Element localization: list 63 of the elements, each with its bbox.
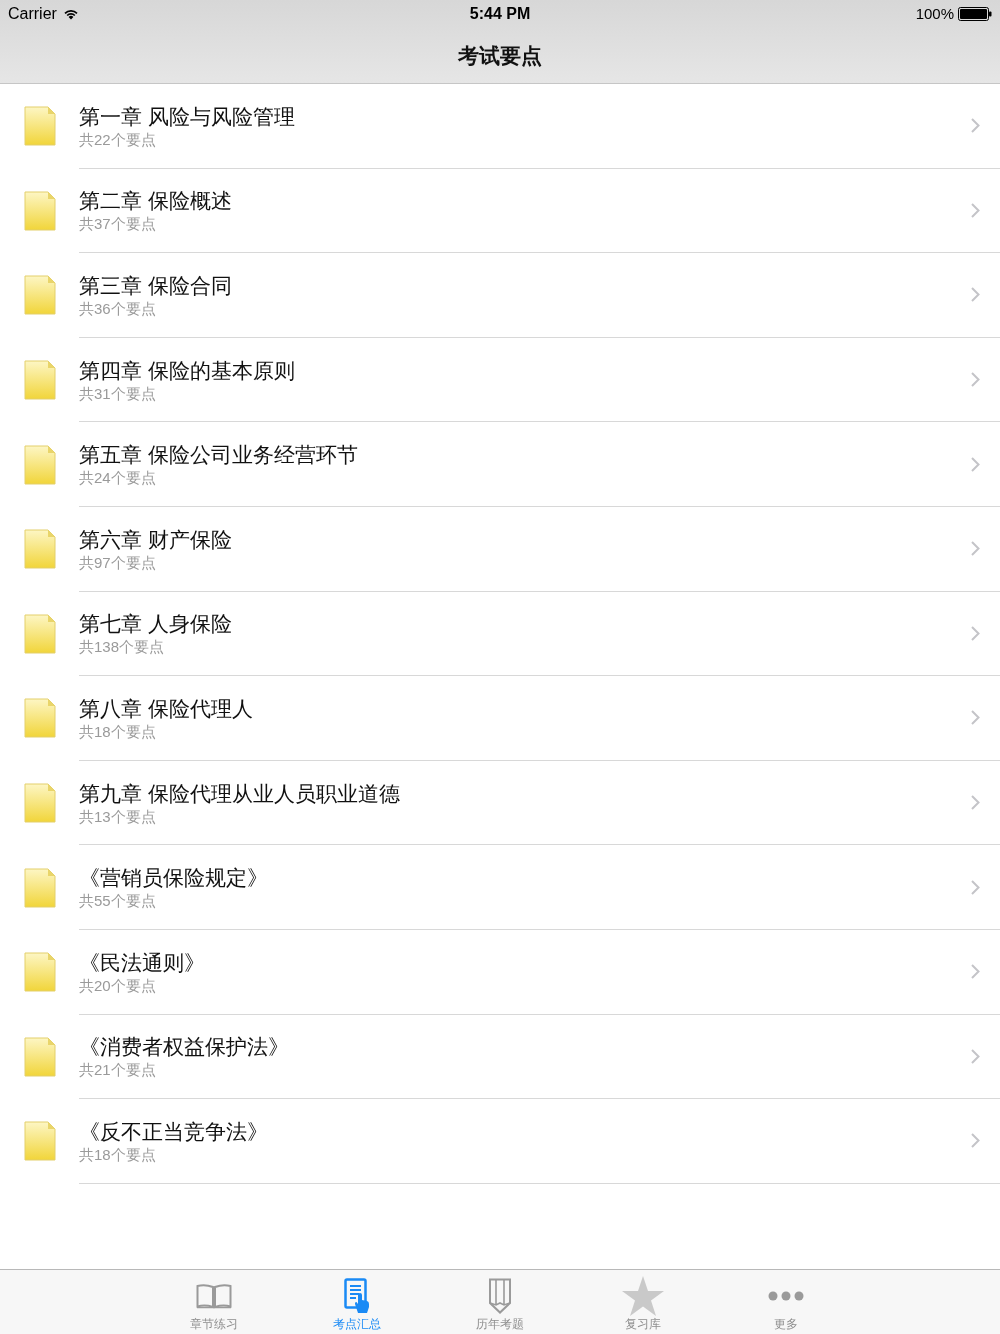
point-count: 共22个要点 [79, 130, 156, 149]
document-icon [24, 360, 56, 401]
carrier-label: Carrier [8, 4, 57, 24]
document-pointer-icon [344, 1277, 370, 1314]
document-icon [24, 613, 56, 654]
chevron-right-icon [971, 541, 980, 557]
point-count: 共21个要点 [79, 1061, 156, 1080]
chapter-title: 第一章 风险与风险管理 [79, 103, 295, 130]
chapter-title: 第三章 保险合同 [79, 273, 232, 299]
point-count: 共36个要点 [79, 300, 156, 318]
star-icon [622, 1275, 664, 1316]
point-count: 共18个要点 [79, 1145, 156, 1164]
chevron-right-icon [971, 118, 980, 134]
document-icon [24, 698, 56, 739]
document-icon [24, 529, 56, 570]
chapter-title: 第九章 保险代理从业人员职业道德 [79, 780, 400, 807]
chevron-right-icon [971, 879, 980, 895]
point-count: 共138个要点 [79, 638, 165, 657]
chevron-right-icon [971, 372, 980, 388]
chapter-title: 第七章 人身保险 [79, 611, 232, 638]
clock-time: 5:44 PM [469, 4, 531, 24]
point-count: 共97个要点 [79, 553, 156, 572]
point-count: 共31个要点 [79, 384, 156, 403]
chevron-right-icon [971, 710, 980, 726]
point-count: 共37个要点 [79, 215, 156, 234]
chapter-title: 第六章 财产保险 [79, 526, 232, 553]
chapter-title: 《反不正当竞争法》 [79, 1118, 268, 1145]
chevron-right-icon [971, 202, 980, 218]
document-icon [24, 952, 56, 993]
chevron-right-icon [971, 456, 980, 472]
page-title: 考试要点 [458, 42, 542, 69]
pencil-icon [488, 1277, 512, 1314]
chevron-right-icon [971, 1048, 980, 1064]
chapter-title: 《消费者权益保护法》 [79, 1034, 289, 1061]
document-icon [24, 1121, 56, 1162]
document-icon [24, 1036, 56, 1077]
point-count: 共55个要点 [79, 892, 156, 911]
document-icon [24, 190, 56, 231]
document-icon [24, 444, 56, 485]
point-count: 共20个要点 [79, 976, 156, 995]
chapter-title: 第八章 保险代理人 [79, 695, 253, 722]
more-dots-icon [768, 1290, 804, 1301]
chapter-title: 第二章 保险概述 [79, 188, 232, 215]
document-icon [24, 783, 56, 824]
chevron-right-icon [971, 287, 980, 303]
point-count: 共18个要点 [79, 722, 156, 741]
chapter-title: 第四章 保险的基本原则 [79, 357, 295, 384]
point-count: 共13个要点 [79, 807, 156, 826]
chapter-title: 第五章 保险公司业务经营环节 [79, 442, 358, 469]
document-icon [24, 867, 56, 908]
chevron-right-icon [971, 625, 980, 641]
point-count: 共24个要点 [79, 469, 156, 488]
open-book-icon [196, 1282, 232, 1309]
chapter-title: 《营销员保险规定》 [79, 865, 268, 892]
chevron-right-icon [971, 964, 980, 980]
document-icon [24, 275, 56, 316]
document-icon [24, 106, 56, 147]
wifi-icon [62, 8, 79, 20]
battery-percent: 100% [915, 3, 954, 24]
chevron-right-icon [971, 1133, 980, 1149]
chevron-right-icon [971, 795, 980, 811]
chapter-title: 《民法通则》 [79, 949, 205, 976]
battery-icon [958, 7, 992, 21]
